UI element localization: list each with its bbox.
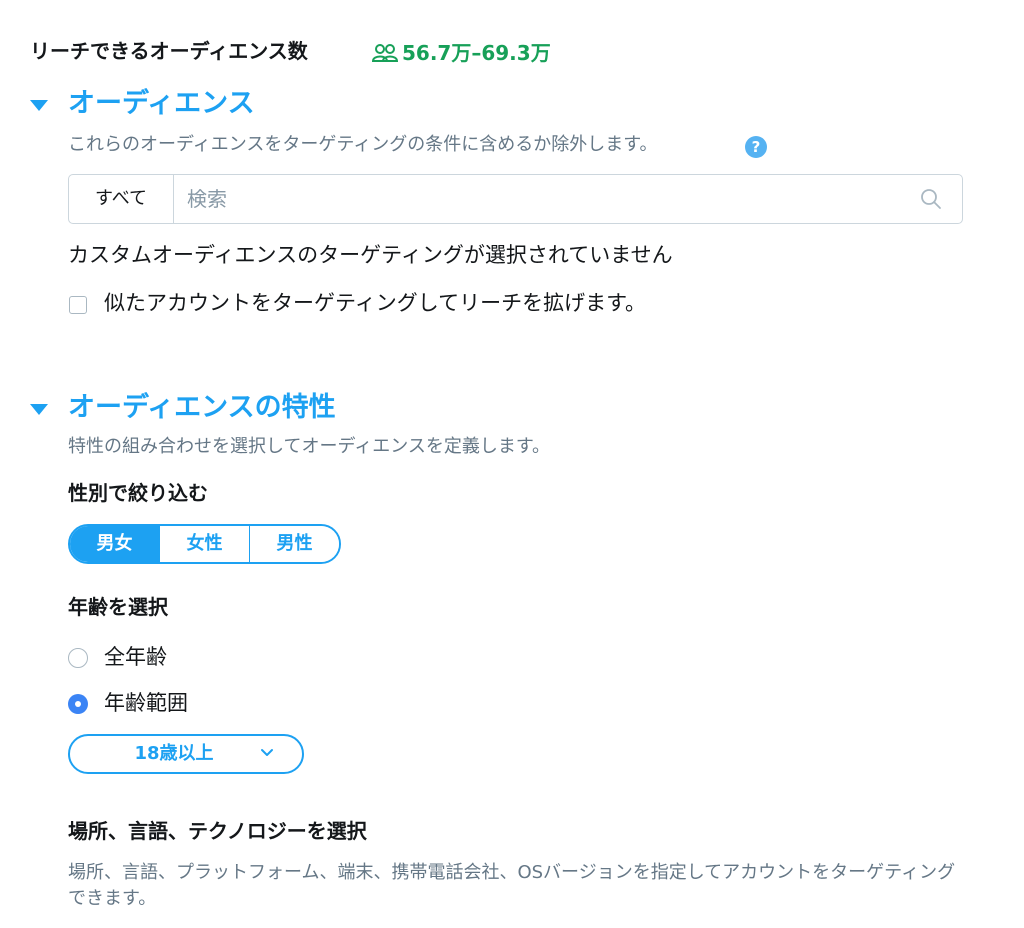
lookalike-label[interactable]: 似たアカウントをターゲティングしてリーチを拡げます。 bbox=[104, 288, 646, 318]
collapse-audience-icon[interactable] bbox=[30, 100, 48, 111]
help-icon[interactable]: ? bbox=[745, 136, 767, 158]
reach-label: リーチできるオーディエンス数 bbox=[30, 39, 308, 63]
age-range-value: 18歳以上 bbox=[134, 743, 214, 764]
audience-search-box: すべて bbox=[68, 174, 963, 224]
lookalike-checkbox[interactable] bbox=[69, 296, 87, 314]
custom-audience-status: カスタムオーディエンスのターゲティングが選択されていません bbox=[68, 243, 673, 267]
audience-search-input[interactable] bbox=[187, 175, 907, 223]
age-range-label[interactable]: 年齢範囲 bbox=[104, 688, 188, 718]
gender-option-all[interactable]: 男女 bbox=[70, 526, 159, 562]
chevron-down-icon bbox=[261, 749, 273, 756]
search-icon[interactable] bbox=[920, 188, 942, 210]
characteristics-description: 特性の組み合わせを選択してオーディエンスを定義します。 bbox=[68, 436, 551, 457]
search-scope-dropdown[interactable]: すべて bbox=[69, 175, 174, 223]
reach-value: 56.7万–69.3万 bbox=[402, 41, 551, 65]
section-title-characteristics[interactable]: オーディエンスの特性 bbox=[68, 390, 336, 426]
people-icon bbox=[372, 44, 398, 62]
age-all-radio[interactable] bbox=[68, 648, 88, 668]
collapse-characteristics-icon[interactable] bbox=[30, 404, 48, 415]
gender-option-female[interactable]: 女性 bbox=[159, 526, 249, 562]
age-all-label[interactable]: 全年齢 bbox=[104, 642, 167, 672]
gender-heading: 性別で絞り込む bbox=[68, 481, 208, 505]
gender-option-male[interactable]: 男性 bbox=[249, 526, 339, 562]
gender-segmented-control: 男女 女性 男性 bbox=[68, 524, 341, 564]
age-range-dropdown[interactable]: 18歳以上 bbox=[68, 734, 304, 774]
location-description: 場所、言語、プラットフォーム、端末、携帯電話会社、OSバージョンを指定してアカウ… bbox=[68, 862, 956, 909]
audience-description: これらのオーディエンスをターゲティングの条件に含めるか除外します。 bbox=[68, 134, 658, 155]
location-heading: 場所、言語、テクノロジーを選択 bbox=[68, 819, 367, 843]
age-range-radio[interactable] bbox=[68, 694, 88, 714]
age-heading: 年齢を選択 bbox=[68, 595, 168, 619]
section-title-audience[interactable]: オーディエンス bbox=[68, 86, 255, 122]
